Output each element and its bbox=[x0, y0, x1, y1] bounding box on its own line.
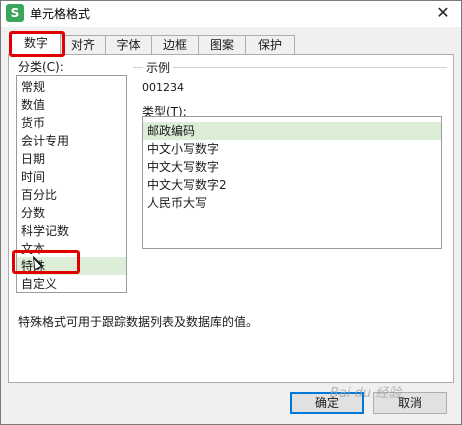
type-item-postal-code[interactable]: 邮政编码 bbox=[143, 122, 441, 140]
tab-border[interactable]: 边框 bbox=[151, 35, 199, 55]
sample-value: 001234 bbox=[142, 81, 184, 94]
category-item-percentage[interactable]: 百分比 bbox=[17, 186, 126, 204]
tab-pattern[interactable]: 图案 bbox=[198, 35, 246, 55]
type-list[interactable]: 邮政编码 中文小写数字 中文大写数字 中文大写数字2 人民币大写 bbox=[142, 116, 442, 249]
category-item-number[interactable]: 数值 bbox=[17, 96, 126, 114]
sample-label: 示例 bbox=[143, 59, 174, 76]
tab-alignment[interactable]: 对齐 bbox=[60, 35, 106, 55]
category-label: 分类(C): bbox=[18, 60, 64, 74]
category-item-time[interactable]: 时间 bbox=[17, 168, 126, 186]
tab-highlight-box bbox=[9, 31, 65, 57]
category-highlight-box bbox=[12, 250, 80, 274]
category-item-custom[interactable]: 自定义 bbox=[17, 275, 126, 292]
category-item-date[interactable]: 日期 bbox=[17, 150, 126, 168]
category-item-general[interactable]: 常规 bbox=[17, 78, 126, 96]
type-item-chinese-uppercase-2[interactable]: 中文大写数字2 bbox=[143, 176, 441, 194]
category-item-currency[interactable]: 货币 bbox=[17, 114, 126, 132]
tab-font[interactable]: 字体 bbox=[105, 35, 152, 55]
description-text: 特殊格式可用于跟踪数据列表及数据库的值。 bbox=[18, 315, 259, 329]
dialog-title: 单元格格式 bbox=[30, 7, 91, 21]
type-item-chinese-uppercase[interactable]: 中文大写数字 bbox=[143, 158, 441, 176]
close-icon[interactable]: ✕ bbox=[430, 2, 456, 24]
category-item-accounting[interactable]: 会计专用 bbox=[17, 132, 126, 150]
type-item-rmb-uppercase[interactable]: 人民币大写 bbox=[143, 194, 441, 212]
category-item-fraction[interactable]: 分数 bbox=[17, 204, 126, 222]
type-item-chinese-lowercase[interactable]: 中文小写数字 bbox=[143, 140, 441, 158]
wps-app-icon: S bbox=[6, 4, 24, 22]
category-item-scientific[interactable]: 科学记数 bbox=[17, 222, 126, 240]
tab-protection[interactable]: 保护 bbox=[245, 35, 295, 55]
baidu-watermark: Bai du 经验 bbox=[330, 386, 402, 401]
